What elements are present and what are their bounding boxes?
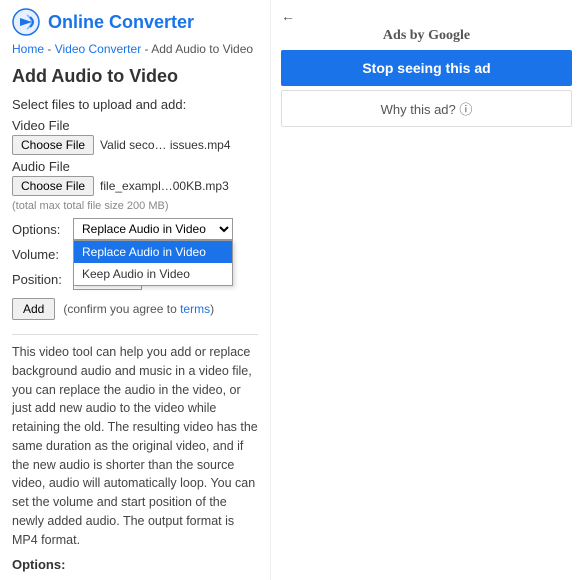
back-arrow[interactable]: ← — [281, 8, 572, 24]
confirm-text: (confirm you agree to terms) — [63, 302, 214, 316]
ads-label: Ads by Google — [281, 28, 572, 44]
page-title: Add Audio to Video — [12, 66, 258, 87]
video-file-label: Video File — [12, 118, 258, 133]
dropdown-item-replace[interactable]: Replace Audio in Video — [74, 241, 232, 263]
options-label: Options: — [12, 222, 67, 237]
dropdown-item-keep[interactable]: Keep Audio in Video — [74, 263, 232, 285]
logo-icon — [12, 8, 40, 36]
breadcrumb-current: Add Audio to Video — [151, 42, 253, 56]
audio-file-row: Choose File file_exampl…00KB.mp3 — [12, 176, 258, 196]
description-text: This video tool can help you add or repl… — [12, 343, 258, 549]
why-ad-button[interactable]: Why this ad? ⓘ — [281, 90, 572, 127]
options-select[interactable]: Replace Audio in Video Keep Audio in Vid… — [73, 218, 233, 240]
video-choose-file-button[interactable]: Choose File — [12, 135, 94, 155]
video-file-row: Choose File Valid seco… issues.mp4 — [12, 135, 258, 155]
add-button[interactable]: Add — [12, 298, 55, 320]
options-dropdown-menu: Replace Audio in Video Keep Audio in Vid… — [73, 240, 233, 286]
file-size-note: (total max total file size 200 MB) — [12, 200, 258, 212]
options-section-heading: Options: — [12, 557, 258, 572]
section-label: Select files to upload and add: — [12, 97, 258, 112]
audio-file-name: file_exampl…00KB.mp3 — [100, 179, 229, 193]
add-row: Add (confirm you agree to terms) — [12, 298, 258, 320]
breadcrumb-video-converter[interactable]: Video Converter — [55, 42, 142, 56]
position-label: Position: — [12, 272, 67, 287]
site-title: Online Converter — [48, 12, 194, 33]
terms-link[interactable]: terms — [180, 302, 210, 316]
options-dropdown-container: Replace Audio in Video Keep Audio in Vid… — [73, 218, 233, 240]
options-row: Options: Replace Audio in Video Keep Aud… — [12, 218, 258, 240]
video-file-name: Valid seco… issues.mp4 — [100, 138, 231, 152]
divider — [12, 334, 258, 335]
stop-ad-button[interactable]: Stop seeing this ad — [281, 50, 572, 86]
volume-label: Volume: — [12, 247, 67, 262]
ads-panel: ← Ads by Google Stop seeing this ad Why … — [270, 0, 582, 580]
audio-file-label: Audio File — [12, 159, 258, 174]
logo-area: Online Converter — [12, 8, 258, 36]
audio-choose-file-button[interactable]: Choose File — [12, 176, 94, 196]
breadcrumb-home[interactable]: Home — [12, 42, 44, 56]
breadcrumb: Home - Video Converter - Add Audio to Vi… — [12, 42, 258, 56]
